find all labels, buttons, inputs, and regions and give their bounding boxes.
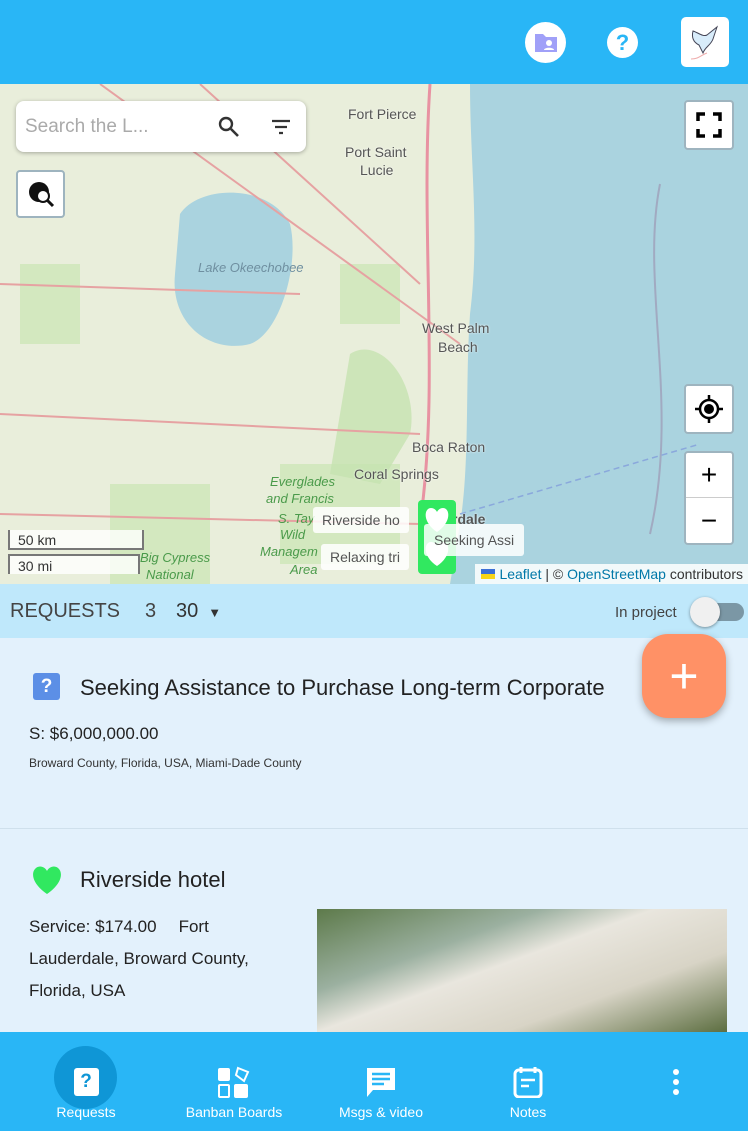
card-image <box>317 909 727 1033</box>
map-label: S. Tay <box>278 511 315 526</box>
help-circle-icon: ? <box>615 29 630 55</box>
help-box-icon: ? <box>33 673 60 700</box>
marker-tooltip: Relaxing tri <box>321 544 410 570</box>
card-title: Riverside hotel <box>80 867 226 892</box>
requests-title: REQUESTS <box>10 600 121 622</box>
search-icon[interactable] <box>217 115 241 139</box>
map-label: Area <box>290 562 318 577</box>
card-price: Service: $174.00 <box>29 917 157 936</box>
card-title: Seeking Assistance to Purchase Long-term… <box>80 675 605 700</box>
help-box-icon: ? <box>73 1068 99 1096</box>
toggle-knob <box>690 597 720 627</box>
filter-icon[interactable] <box>269 115 293 139</box>
leaflet-link[interactable]: Leaflet <box>499 566 541 582</box>
request-card[interactable]: ? Seeking Assistance to Purchase Long-te… <box>0 638 748 828</box>
attribution-separator: | © <box>541 566 568 582</box>
card-details: Service: $174.00 Fort Lauderdale, Broward… <box>29 911 299 1007</box>
search-box <box>16 101 306 152</box>
map-label: National <box>146 567 194 582</box>
map-label: Big Cypress <box>140 550 211 565</box>
map[interactable]: Fort Pierce Port Saint Lucie Lake Okeech… <box>0 84 748 584</box>
more-vertical-icon <box>673 1069 679 1095</box>
nav-label: Banban Boards <box>185 1104 283 1120</box>
request-card[interactable]: Riverside hotel Service: $174.00 Fort Lau… <box>0 828 748 1033</box>
nav-label: Msgs & video <box>338 1104 424 1120</box>
zoom-in-button[interactable]: + <box>686 453 732 498</box>
geo-search-button[interactable] <box>16 170 65 218</box>
marker-tooltip: Seeking Assi <box>424 524 525 556</box>
map-label: Fort Pierce <box>348 106 417 122</box>
map-label: Beach <box>438 339 478 355</box>
dove-logo[interactable] <box>681 17 729 67</box>
globe-search-icon <box>28 182 54 208</box>
top-app-bar: ? <box>0 0 748 84</box>
nav-label: Requests <box>56 1104 116 1120</box>
card-location: Broward County, Florida, USA, Miami-Dade… <box>29 756 302 770</box>
heart-icon <box>33 866 61 894</box>
requests-header: REQUESTS 3 30 ▼ In project <box>0 584 748 638</box>
folder-account-icon <box>534 33 557 52</box>
caret-down-icon: ▼ <box>208 605 222 620</box>
ukraine-flag-icon <box>481 569 496 579</box>
nav-msgs-video[interactable]: Msgs & video <box>326 1032 436 1131</box>
map-label: Managem <box>260 544 318 559</box>
attribution-text: contributors <box>665 566 743 582</box>
nav-more[interactable] <box>656 1032 696 1131</box>
map-label: Lake Okeechobee <box>198 260 304 275</box>
nav-notes[interactable]: Notes <box>488 1032 568 1131</box>
in-project-label: In project <box>615 604 677 621</box>
map-attribution: Leaflet | © OpenStreetMap contributors <box>475 564 748 584</box>
boards-icon <box>218 1066 250 1098</box>
map-label: Port Saint <box>345 144 407 160</box>
nav-requests[interactable]: ? Requests <box>46 1032 126 1131</box>
fullscreen-icon <box>696 112 722 138</box>
zoom-out-button[interactable]: − <box>686 498 732 543</box>
zoom-control: + − <box>684 451 734 545</box>
search-input[interactable] <box>25 115 205 138</box>
nav-banban-boards[interactable]: Banban Boards <box>174 1032 294 1131</box>
add-request-button[interactable]: + <box>642 634 726 718</box>
help-button[interactable]: ? <box>607 27 638 58</box>
map-label: Lucie <box>360 162 394 178</box>
bottom-nav: ? Requests Banban Boards Msgs & video No… <box>0 1032 748 1131</box>
scale-km: 50 km <box>8 530 144 550</box>
map-label: Boca Raton <box>412 439 486 455</box>
map-label: and Francis <box>266 491 334 506</box>
osm-link[interactable]: OpenStreetMap <box>567 566 666 582</box>
nav-label: Notes <box>509 1104 547 1120</box>
card-price: S: $6,000,000.00 <box>29 724 159 743</box>
map-label: West Palm <box>422 320 490 336</box>
map-label: Everglades <box>270 474 336 489</box>
marker-tooltip: Riverside ho <box>313 507 409 533</box>
page-size-select[interactable]: 30 ▼ <box>176 600 221 623</box>
scale-mi: 30 mi <box>8 554 140 574</box>
page-size-value: 30 <box>176 600 199 622</box>
in-project-toggle[interactable] <box>690 597 744 627</box>
folder-account-button[interactable] <box>525 22 566 63</box>
locate-button[interactable] <box>684 384 734 434</box>
map-label: Coral Springs <box>354 466 439 482</box>
requests-count: 3 <box>145 600 157 622</box>
notes-icon <box>513 1067 543 1098</box>
fullscreen-button[interactable] <box>684 100 734 150</box>
message-icon <box>367 1068 395 1097</box>
crosshair-icon <box>695 395 723 423</box>
map-label: Wild <box>280 527 306 542</box>
